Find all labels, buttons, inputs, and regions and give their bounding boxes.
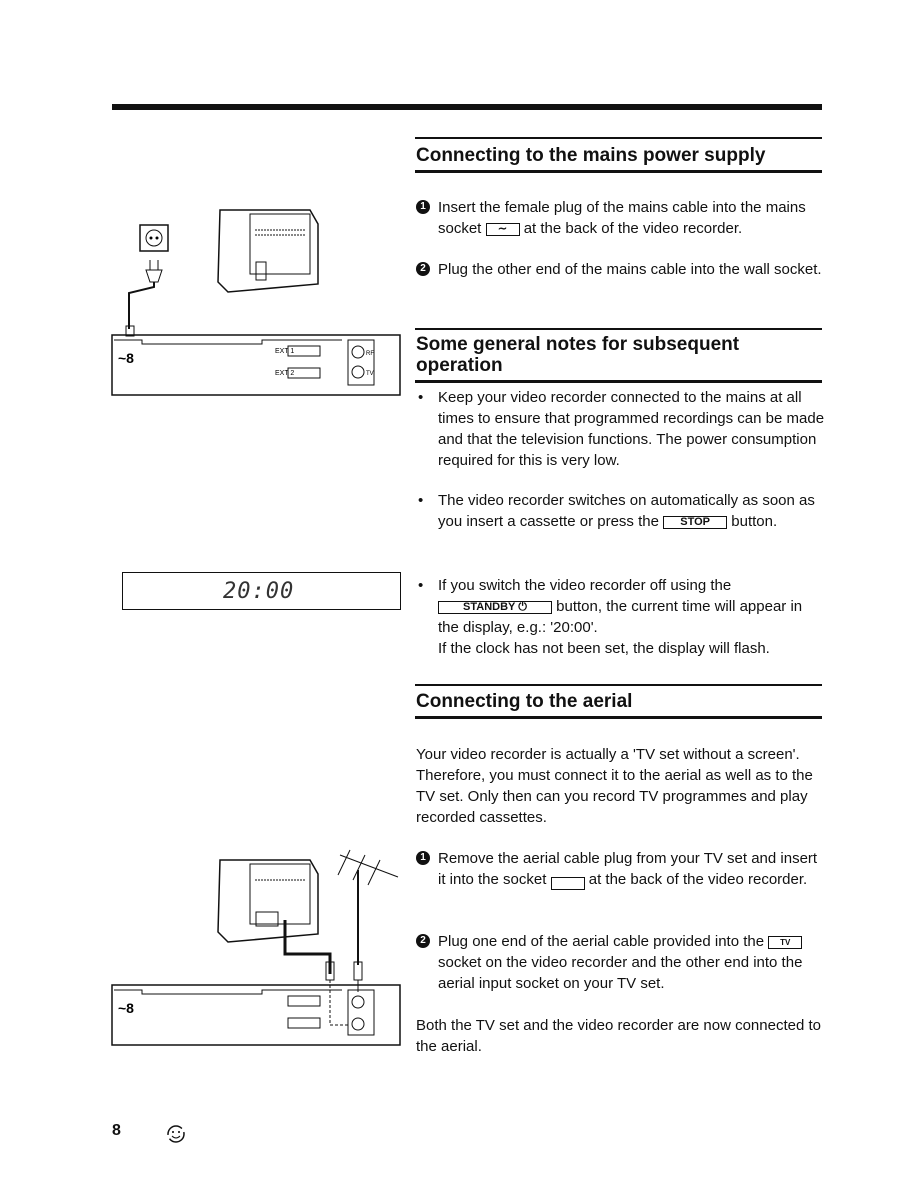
aerial-outro: Both the TV set and the video recorder a… (416, 1017, 821, 1055)
svg-text:TV: TV (366, 371, 374, 377)
heading-rule (415, 684, 822, 686)
section-title-mains: Connecting to the mains power supply (416, 145, 766, 166)
step-number-badge: 1 (416, 851, 430, 865)
manual-page: ~8 EXT 1 EXT 2 RF TV Connecting to the m… (0, 0, 918, 1188)
mains-connection-illustration: ~8 EXT 1 EXT 2 RF TV (111, 209, 401, 396)
mains-step-1: 1 Insert the female plug of the mains ca… (416, 197, 826, 239)
aerial-step-2: 2 Plug one end of the aerial cable provi… (416, 931, 826, 994)
page-number: 8 (112, 1122, 121, 1139)
heading-rule (415, 716, 822, 719)
svg-text:~8: ~8 (118, 350, 134, 366)
heading-rule (415, 137, 822, 139)
section-title-aerial: Connecting to the aerial (416, 691, 633, 712)
stop-button-symbol: STOP (663, 516, 728, 529)
top-bar (112, 104, 822, 110)
aerial-connection-illustration: ~8 (111, 849, 401, 1046)
standby-button-symbol: STANDBY ⏻ (438, 601, 552, 614)
ext2-label: EXT 2 (275, 370, 294, 377)
aerial-step-1: 1 Remove the aerial cable plug from your… (416, 848, 826, 890)
note-bullet-1: • Keep your video recorder connected to t… (418, 389, 825, 469)
note-bullet-3: • If you switch the video recorder off us… (418, 577, 803, 657)
display-time: 20:00 (223, 579, 295, 604)
note-bullet-2: • The video recorder switches on automati… (418, 492, 815, 530)
heading-rule (415, 328, 822, 330)
aerial-intro: Your video recorder is actually a 'TV se… (416, 746, 813, 826)
clock-display: 20:00 (122, 572, 401, 610)
aerial-socket-symbol-icon: aerial-in (550, 877, 585, 890)
svg-text:RF: RF (366, 351, 374, 357)
mains-step-2: 2 Plug the other end of the mains cable … (416, 259, 826, 280)
ext1-label: EXT 1 (275, 348, 294, 355)
svg-text:~8: ~8 (118, 1000, 134, 1016)
tv-socket-symbol-icon: TV (768, 936, 803, 949)
mains-socket-symbol-icon: ∼ (485, 223, 520, 236)
heading-rule (415, 380, 822, 383)
heading-rule (415, 170, 822, 173)
step-number-badge: 2 (416, 934, 430, 948)
step-number-badge: 1 (416, 200, 430, 214)
step-number-badge: 2 (416, 262, 430, 276)
recycle-smiley-icon (167, 1125, 185, 1143)
section-title-notes: Some general notes for subsequent operat… (416, 334, 740, 376)
